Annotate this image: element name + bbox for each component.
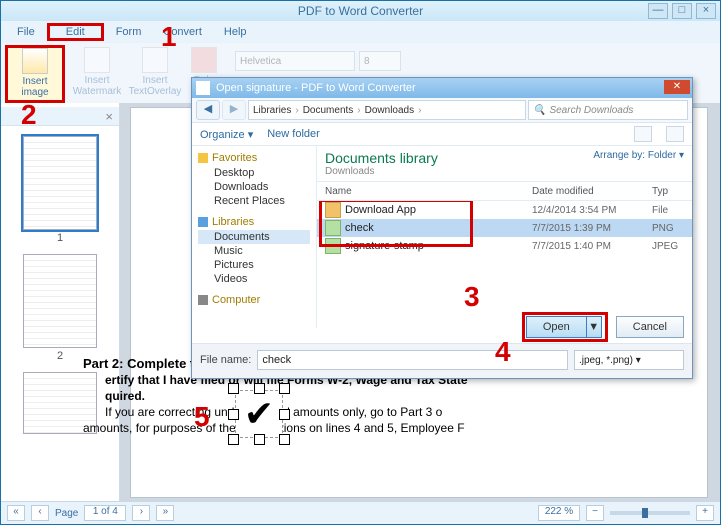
resize-handle[interactable]: [228, 409, 239, 420]
font-name-select[interactable]: Helvetica: [235, 51, 355, 71]
minimize-button[interactable]: —: [648, 3, 668, 19]
nav-forward-button[interactable]: ▶: [222, 100, 246, 120]
nav-back-button[interactable]: ◀: [196, 100, 220, 120]
places-nav: Favorites Desktop Downloads Recent Place…: [192, 146, 317, 328]
nav-pictures[interactable]: Pictures: [198, 258, 310, 272]
last-page-button[interactable]: »: [156, 505, 174, 521]
close-button[interactable]: ×: [696, 3, 716, 19]
zoom-in-button[interactable]: +: [696, 505, 714, 521]
nav-documents[interactable]: Documents: [198, 230, 310, 244]
nav-downloads[interactable]: Downloads: [198, 180, 310, 194]
new-folder-button[interactable]: New folder: [267, 128, 320, 140]
dialog-footer: File name: check .jpeg, *.png) ▾: [192, 343, 692, 378]
callout-5: 5: [194, 401, 210, 433]
dialog-close-button[interactable]: ✕: [664, 80, 690, 94]
insert-watermark-button[interactable]: Insert Watermark: [71, 45, 123, 99]
view-mode-button[interactable]: [634, 126, 652, 142]
file-list-area: Arrange by: Folder ▾ Documents library D…: [317, 146, 692, 328]
arrange-by-select[interactable]: Folder ▾: [648, 150, 684, 161]
libraries-icon: [198, 217, 208, 227]
resize-handle[interactable]: [279, 434, 290, 445]
panel-close[interactable]: ×: [1, 107, 119, 126]
checkmark-icon: ✔: [235, 390, 283, 438]
font-controls: Helvetica 8: [235, 51, 401, 71]
menubar: File Edit Form Convert Help: [1, 21, 720, 43]
open-button-highlight: Open ▼: [522, 312, 608, 342]
page-thumb-2[interactable]: [23, 254, 97, 348]
font-size-select[interactable]: 8: [359, 51, 401, 71]
zoom-out-button[interactable]: −: [586, 505, 604, 521]
resize-handle[interactable]: [279, 409, 290, 420]
dialog-icon: [196, 81, 210, 95]
watermark-icon: [84, 47, 110, 73]
zoom-field[interactable]: 222 %: [538, 505, 580, 521]
first-page-button[interactable]: «: [7, 505, 25, 521]
filename-label: File name:: [200, 354, 251, 366]
menu-form[interactable]: Form: [106, 24, 152, 40]
callout-3: 3: [464, 281, 480, 313]
search-icon: 🔍: [533, 105, 545, 116]
inserted-image[interactable]: ✔: [229, 384, 289, 444]
callout-2: 2: [21, 99, 37, 131]
library-sub: Downloads: [325, 166, 684, 177]
callout-4: 4: [495, 336, 511, 368]
page-number-field[interactable]: 1 of 4: [84, 505, 126, 521]
open-dropdown[interactable]: ▼: [587, 316, 602, 338]
page-label: Page: [55, 508, 78, 519]
cancel-button[interactable]: Cancel: [616, 316, 684, 338]
resize-handle[interactable]: [279, 383, 290, 394]
resize-handle[interactable]: [254, 383, 265, 394]
insert-textoverlay-button[interactable]: Insert TextOverlay: [129, 45, 181, 99]
resize-handle[interactable]: [254, 434, 265, 445]
resize-handle[interactable]: [228, 383, 239, 394]
open-button[interactable]: Open: [526, 316, 587, 338]
filetype-select[interactable]: .jpeg, *.png) ▾: [574, 350, 684, 370]
nav-desktop[interactable]: Desktop: [198, 166, 310, 180]
prev-page-button[interactable]: ‹: [31, 505, 49, 521]
menu-file[interactable]: File: [7, 24, 45, 40]
nav-music[interactable]: Music: [198, 244, 310, 258]
filename-field[interactable]: check: [257, 350, 568, 370]
app-title: PDF to Word Converter: [298, 4, 423, 18]
page-thumb-1[interactable]: [23, 136, 97, 230]
nav-videos[interactable]: Videos: [198, 272, 310, 286]
search-input[interactable]: 🔍 Search Downloads: [528, 100, 688, 120]
highlight-files: [319, 201, 473, 247]
nav-recent[interactable]: Recent Places: [198, 194, 310, 208]
menu-help[interactable]: Help: [214, 24, 257, 40]
nav-libraries[interactable]: Libraries: [212, 216, 254, 228]
column-headers[interactable]: Name Date modified Typ: [317, 182, 692, 201]
help-button[interactable]: [666, 126, 684, 142]
dialog-title: Open signature - PDF to Word Converter: [216, 82, 416, 94]
menu-edit[interactable]: Edit: [47, 23, 104, 41]
favorites-icon: [198, 153, 208, 163]
organize-menu[interactable]: Organize ▾: [200, 128, 253, 141]
zoom-slider[interactable]: [610, 511, 690, 515]
open-file-dialog: Open signature - PDF to Word Converter ✕…: [191, 77, 693, 379]
maximize-button[interactable]: □: [672, 3, 692, 19]
address-bar: ◀ ▶ Libraries› Documents› Downloads› 🔍 S…: [192, 98, 692, 123]
dialog-titlebar: Open signature - PDF to Word Converter ✕: [192, 78, 692, 98]
thumbnail-panel: × 1 2: [1, 103, 120, 502]
resize-handle[interactable]: [228, 434, 239, 445]
next-page-button[interactable]: ›: [132, 505, 150, 521]
callout-1: 1: [161, 21, 177, 53]
dialog-toolbar: Organize ▾ New folder: [192, 123, 692, 146]
nav-computer[interactable]: Computer: [212, 294, 260, 306]
delete-icon: [191, 47, 217, 73]
image-icon: [22, 48, 48, 74]
computer-icon: [198, 295, 208, 305]
titlebar: PDF to Word Converter — □ ×: [1, 1, 720, 21]
statusbar: « ‹ Page 1 of 4 › » 222 % − +: [1, 501, 720, 524]
breadcrumb[interactable]: Libraries› Documents› Downloads›: [248, 100, 526, 120]
thumb-num-1: 1: [1, 232, 119, 244]
insert-image-button[interactable]: Insert image: [5, 45, 65, 103]
nav-favorites[interactable]: Favorites: [212, 152, 257, 164]
